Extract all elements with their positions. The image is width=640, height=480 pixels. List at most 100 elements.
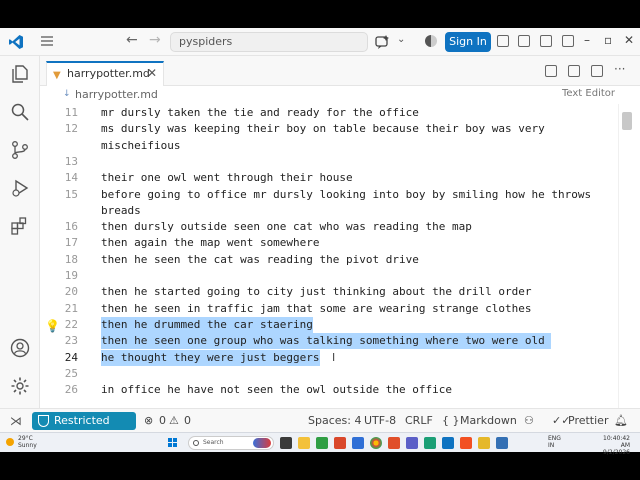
office-icon[interactable] [388, 437, 400, 449]
excel-icon[interactable] [316, 437, 328, 449]
split-editor-icon[interactable] [591, 65, 603, 77]
run-debug-icon[interactable] [10, 178, 30, 198]
code-line[interactable]: 13 [40, 154, 620, 170]
code-text: before going to office mr dursly looking… [101, 187, 592, 201]
minimize-button[interactable]: – [584, 33, 590, 47]
copilot-chat-icon[interactable] [374, 34, 390, 50]
scrollbar-track[interactable] [618, 104, 640, 408]
taskbar-clock[interactable]: 10:40:42 AM 9/2/2026 [594, 435, 630, 456]
shield-icon [38, 415, 49, 427]
code-line[interactable]: breads [40, 203, 620, 219]
status-bar: ⋊ Restricted Mode ⊗ 0 ⚠ 0 Spaces: 4 UTF-… [0, 408, 640, 445]
line-number: 13 [64, 154, 78, 168]
open-preview-to-side-icon[interactable] [545, 65, 557, 77]
windows-start-icon[interactable] [168, 438, 178, 448]
settings-gear-icon[interactable] [10, 376, 30, 396]
code-text: breads [101, 203, 141, 217]
code-text: then dursly outside seen one cat who was… [101, 220, 472, 234]
toggle-secondary-sidebar-icon[interactable] [540, 35, 552, 47]
lightbulb-icon[interactable]: 💡 [45, 319, 60, 333]
chevron-down-icon[interactable]: ⌄ [397, 34, 405, 45]
code-text: ms dursly was keeping their boy on table… [101, 122, 545, 136]
breadcrumb-file[interactable]: harrypotter.md [75, 88, 158, 101]
code-line[interactable]: 23 then he seen one group who was talking… [40, 333, 620, 350]
open-changes-icon[interactable] [568, 65, 580, 77]
search-icon[interactable] [10, 102, 30, 122]
markdown-file-icon: ↓ [63, 89, 71, 99]
editor-mode-label: Text Editor [562, 88, 615, 99]
error-icon: ⊗ [144, 414, 154, 427]
taskbar-search-placeholder: Search [203, 439, 224, 446]
toggle-panel-icon[interactable] [518, 35, 530, 47]
line-number: 12 [64, 122, 78, 136]
forward-arrow-icon[interactable]: → [149, 32, 161, 48]
task-view-icon[interactable] [280, 437, 292, 449]
toggle-primary-sidebar-icon[interactable] [497, 35, 509, 47]
eol-status[interactable]: CRLF [405, 414, 433, 427]
accounts-theme-icon[interactable] [425, 35, 437, 47]
clock-time: 10:40:42 AM [603, 435, 630, 449]
code-line[interactable]: 18 then he seen the cat was reading the p… [40, 252, 620, 268]
tab-harrypotter-md[interactable]: ▼ harrypotter.md ✕ [46, 61, 164, 86]
indentation-status[interactable]: Spaces: 4 [308, 414, 361, 427]
scrollbar-thumb[interactable] [622, 112, 632, 130]
source-control-icon[interactable] [10, 140, 30, 160]
language-bottom: IN [548, 442, 555, 449]
text-editor[interactable]: 26 in office he have not seen the owl out… [40, 104, 640, 408]
maximize-button[interactable]: ▫ [604, 33, 612, 47]
error-count[interactable]: 0 [159, 414, 166, 427]
notifications-bell-icon[interactable]: 🔔︎ [614, 414, 628, 427]
prettier-status[interactable]: Prettier [568, 414, 608, 427]
code-line[interactable]: 19 [40, 268, 620, 284]
language-top: ENG [548, 435, 561, 442]
explorer-icon[interactable] [10, 64, 30, 84]
code-line[interactable]: 16 then dursly outside seen one cat who w… [40, 219, 620, 235]
hamburger-menu-icon[interactable] [40, 34, 54, 48]
customize-layout-icon[interactable] [562, 35, 574, 47]
code-line[interactable]: 20 then he started going to city just thi… [40, 284, 620, 300]
python-icon[interactable] [496, 437, 508, 449]
language-mode-status[interactable]: Markdown [460, 414, 517, 427]
vscode-taskbar-icon[interactable] [442, 437, 454, 449]
extensions-icon[interactable] [10, 216, 30, 236]
sign-in-button[interactable]: Sign In [445, 32, 491, 52]
more-actions-icon[interactable]: ··· [614, 62, 625, 76]
command-center-search[interactable]: pyspiders [170, 32, 368, 52]
code-line[interactable]: 22 then he drummed the car staering [40, 316, 620, 333]
file-explorer-icon[interactable] [298, 437, 310, 449]
back-arrow-icon[interactable]: ← [126, 32, 138, 48]
code-line[interactable]: 26 in office he have not seen the owl out… [40, 382, 620, 398]
taskbar-search-box[interactable]: Search [188, 436, 274, 450]
code-line[interactable]: 25 [40, 366, 620, 382]
edge-icon[interactable] [424, 437, 436, 449]
code-line[interactable]: 12 ms dursly was keeping their boy on tab… [40, 121, 620, 137]
teams-icon[interactable] [406, 437, 418, 449]
powerpoint-icon[interactable] [334, 437, 346, 449]
encoding-status[interactable]: UTF-8 [364, 414, 396, 427]
sun-icon [6, 438, 14, 446]
code-line[interactable]: 15 before going to office mr dursly looki… [40, 187, 620, 203]
code-text: then he seen in traffic jam that some ar… [101, 301, 532, 315]
code-line[interactable]: 14 their one owl went through their house [40, 170, 620, 186]
weather-widget[interactable]: 29°C Sunny [6, 435, 37, 449]
warning-count[interactable]: 0 [184, 414, 191, 427]
restricted-mode-button[interactable]: Restricted Mode [32, 412, 136, 445]
chrome-icon[interactable] [370, 437, 382, 449]
account-icon[interactable] [10, 338, 30, 358]
line-number: 23 [64, 334, 78, 348]
copilot-status-icon[interactable]: ⚇ [524, 414, 534, 427]
code-text: in office he have not seen the owl outsi… [101, 383, 452, 397]
close-tab-icon[interactable]: ✕ [147, 66, 157, 80]
code-line[interactable]: 21 then he seen in traffic jam that some … [40, 301, 620, 317]
code-line[interactable]: mischeifious [40, 138, 620, 154]
word-icon[interactable] [352, 437, 364, 449]
system-tray[interactable]: ENG IN [548, 435, 561, 449]
code-line[interactable]: 24 he thought they were just beggers [40, 349, 620, 366]
store-icon[interactable] [460, 437, 472, 449]
code-line[interactable]: 17 then again the map went somewhere [40, 235, 620, 251]
remote-indicator-icon[interactable]: ⋊ [10, 414, 22, 428]
close-window-button[interactable]: ✕ [624, 33, 634, 47]
code-line[interactable]: 11 mr dursly taken the tie and ready for … [40, 105, 620, 121]
markdown-file-icon: ▼ [53, 70, 61, 81]
sticky-notes-icon[interactable] [478, 437, 490, 449]
